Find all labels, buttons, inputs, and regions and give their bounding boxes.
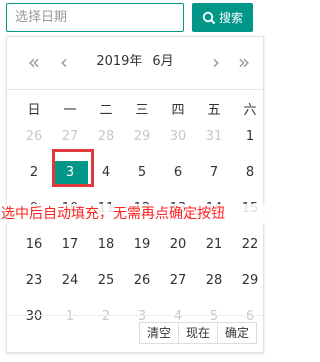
calendar-day[interactable]: 26: [16, 125, 52, 149]
calendar-day[interactable]: 18: [88, 233, 124, 257]
calendar-day[interactable]: 31: [196, 125, 232, 149]
weekday-header: 一: [63, 103, 77, 118]
calendar-day[interactable]: 5: [124, 161, 160, 185]
calendar-day[interactable]: 21: [196, 233, 232, 257]
search-button-label: 搜索: [218, 11, 243, 25]
calendar-day[interactable]: 27: [52, 125, 88, 149]
next-month-icon[interactable]: ›: [205, 51, 227, 73]
calendar-day[interactable]: 28: [196, 269, 232, 293]
date-picker-panel: « ‹ 2019年 6月 › » 日一二三四五六 26 27 28 29 30 31 1 2 3 4 5…: [1, 36, 271, 353]
calendar-day[interactable]: 29: [124, 125, 160, 149]
calendar-day[interactable]: 7: [196, 161, 232, 185]
calendar-day[interactable]: 26: [124, 269, 160, 293]
calendar-day[interactable]: 17: [52, 233, 88, 257]
weekday-header: 日: [27, 103, 41, 118]
confirm-button[interactable]: 确定: [217, 322, 257, 344]
calendar-day[interactable]: 24: [52, 269, 88, 293]
annotation-text: 选中后自动填充，无需再点确定按钮: [1, 204, 271, 224]
calendar-day[interactable]: 16: [16, 233, 52, 257]
calendar-header: « ‹ 2019年 6月 › »: [7, 37, 263, 90]
year-label[interactable]: 2019年: [96, 54, 142, 69]
calendar-day[interactable]: 1: [232, 125, 268, 149]
calendar-day[interactable]: 30: [160, 125, 196, 149]
calendar-day[interactable]: 6: [160, 161, 196, 185]
calendar-day[interactable]: 28: [88, 125, 124, 149]
calendar-day[interactable]: 27: [160, 269, 196, 293]
calendar-day[interactable]: 29: [232, 269, 268, 293]
calendar-day[interactable]: 22: [232, 233, 268, 257]
weekday-header: 五: [207, 103, 221, 118]
date-input[interactable]: 选择日期: [6, 3, 184, 32]
calendar-day[interactable]: 25: [88, 269, 124, 293]
calendar-day[interactable]: 20: [160, 233, 196, 257]
search-button[interactable]: 搜索: [192, 3, 253, 32]
clear-button[interactable]: 清空: [138, 322, 179, 344]
calendar-day[interactable]: 8: [232, 161, 268, 185]
next-year-icon[interactable]: »: [233, 51, 255, 73]
search-icon: [202, 11, 216, 25]
weekday-header: 三: [135, 103, 149, 118]
calendar-footer: 清空 现在 确定: [7, 315, 263, 352]
selected-date-highlight: [52, 149, 94, 187]
weekday-header: 二: [99, 103, 113, 118]
calendar-day[interactable]: 23: [16, 269, 52, 293]
weekday-header: 六: [243, 103, 257, 118]
calendar-day[interactable]: 2: [16, 161, 52, 185]
month-label[interactable]: 6月: [152, 54, 173, 69]
now-button[interactable]: 现在: [178, 322, 218, 344]
calendar-day[interactable]: 19: [124, 233, 160, 257]
weekday-header: 四: [171, 103, 185, 118]
